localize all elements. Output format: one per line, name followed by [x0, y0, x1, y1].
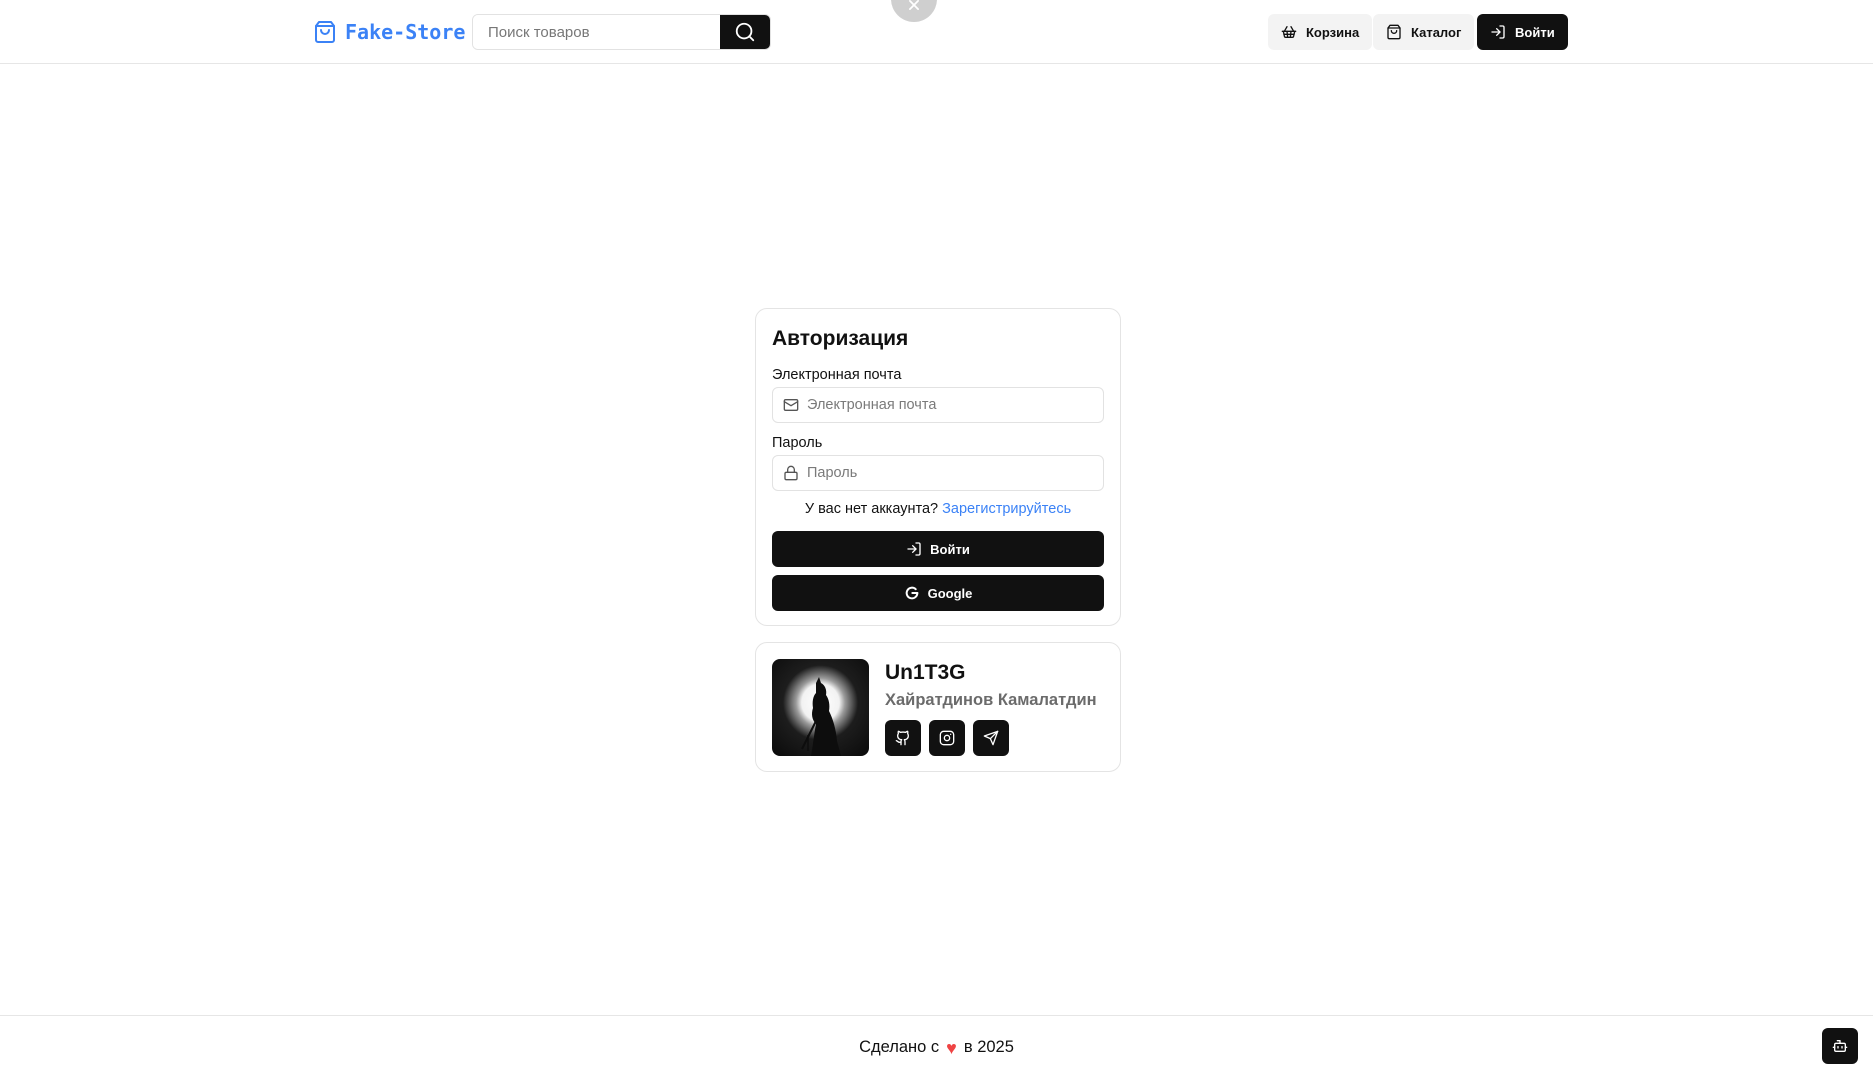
google-icon [905, 586, 918, 600]
shopping-bag-icon [1387, 24, 1401, 40]
email-field[interactable] [807, 397, 1103, 413]
search-icon [735, 22, 755, 42]
search-button[interactable] [720, 15, 770, 49]
site-header: Fake-Store Корзина Каталог [0, 0, 1873, 64]
author-nickname: Un1T3G [885, 661, 966, 684]
avatar [772, 659, 869, 756]
log-in-icon [907, 542, 921, 556]
site-footer: Сделано с ♥ в 2025 [0, 1015, 1873, 1079]
password-field-wrapper [772, 455, 1104, 491]
password-field[interactable] [807, 465, 1103, 481]
instagram-button[interactable] [929, 720, 965, 756]
social-links [885, 720, 1097, 756]
heart-icon: ♥ [946, 1037, 957, 1058]
logo-text: Fake-Store [345, 20, 466, 44]
catalog-label: Каталог [1411, 24, 1462, 40]
author-full-name: Хайратдинов Камалатдин [885, 691, 1097, 709]
bot-icon [1832, 1040, 1848, 1052]
login-button[interactable]: Войти [772, 531, 1104, 567]
samurai-silhouette-icon [801, 677, 841, 756]
lock-icon [784, 465, 798, 481]
register-link[interactable]: Зарегистрируйтесь [942, 501, 1071, 517]
header-login-label: Войти [1515, 24, 1555, 40]
search-input[interactable] [473, 15, 720, 49]
login-button-label: Войти [930, 541, 970, 557]
close-bubble-button[interactable] [891, 0, 937, 22]
password-label: Пароль [772, 435, 823, 451]
log-in-icon [1491, 25, 1505, 39]
shopping-bag-icon [315, 21, 335, 43]
close-icon [909, 0, 919, 10]
header-login-button[interactable]: Войти [1477, 14, 1568, 50]
search-bar [472, 14, 771, 50]
github-button[interactable] [885, 720, 921, 756]
profile-info: Un1T3G Хайратдинов Камалатдин [885, 659, 1097, 756]
google-login-button[interactable]: Google [772, 575, 1104, 611]
cart-label: Корзина [1306, 24, 1360, 40]
telegram-icon [983, 730, 999, 746]
email-field-wrapper [772, 387, 1104, 423]
auth-card: Авторизация Электронная почта Пароль У в… [755, 308, 1121, 626]
cart-button[interactable]: Корзина [1268, 14, 1373, 50]
mail-icon [783, 399, 799, 411]
register-prompt: У вас нет аккаунта? Зарегистрируйтесь [772, 501, 1104, 517]
logo[interactable]: Fake-Store [313, 19, 465, 45]
bot-button[interactable] [1822, 1028, 1858, 1064]
no-account-text: У вас нет аккаунта? [804, 501, 939, 517]
catalog-button[interactable]: Каталог [1373, 14, 1475, 50]
email-label: Электронная почта [772, 367, 902, 383]
basket-icon [1281, 26, 1297, 38]
author-card: Un1T3G Хайратдинов Камалатдин [755, 642, 1121, 772]
github-icon [895, 730, 910, 746]
google-button-label: Google [927, 585, 973, 601]
auth-title: Авторизация [772, 327, 909, 350]
telegram-button[interactable] [973, 720, 1009, 756]
footer-year: в 2025 [963, 1038, 1014, 1056]
footer-made-with: Сделано с [859, 1038, 940, 1056]
instagram-icon [939, 730, 955, 746]
